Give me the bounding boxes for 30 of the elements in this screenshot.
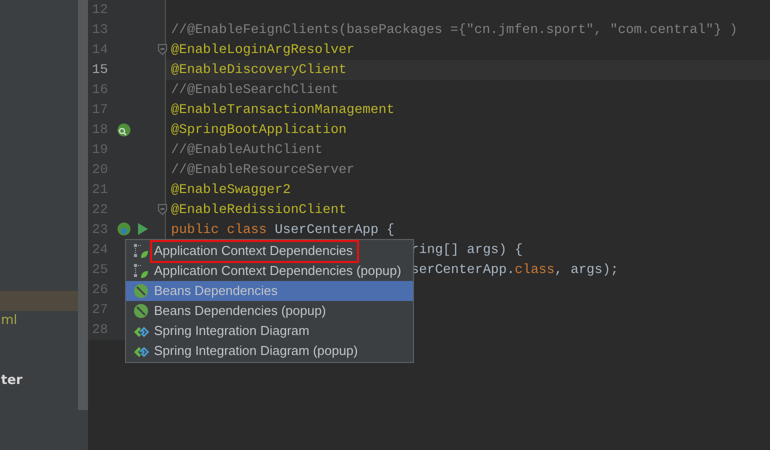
menu-item[interactable]: Spring Integration Diagram	[126, 321, 413, 341]
menu-item[interactable]: Application Context Dependencies (popup)	[126, 261, 413, 281]
spring-bean-icon[interactable]	[117, 222, 131, 236]
menu-item[interactable]: Application Context Dependencies	[126, 241, 413, 261]
code-line: @EnableLoginArgResolver	[171, 42, 355, 57]
spring-bean-search-icon[interactable]	[117, 123, 131, 137]
tree-item[interactable]: ml	[1, 313, 18, 328]
tree-item[interactable]: ter	[1, 373, 22, 388]
run-icon[interactable]	[138, 223, 148, 235]
code-line: serCenterApp.class, args);	[411, 262, 618, 277]
code-line: @EnableTransactionManagement	[171, 102, 394, 117]
scrollbar-thumb[interactable]	[78, 0, 88, 410]
spring-bean-icon	[133, 283, 149, 299]
spring-bean-icon	[133, 303, 149, 319]
dependency-diagram-icon	[133, 243, 149, 259]
menu-item[interactable]: Beans Dependencies (popup)	[126, 301, 413, 321]
fold-marker-icon[interactable]	[158, 204, 167, 215]
code-line: //@EnableSearchClient	[171, 82, 339, 97]
line-number: 15	[91, 61, 108, 79]
code-line: @EnableDiscoveryClient	[171, 62, 347, 77]
code-line: @EnableSwagger2	[171, 182, 291, 197]
code-line: //@EnableResourceServer	[171, 162, 355, 177]
code-line: @SpringBootApplication	[171, 122, 347, 137]
fold-marker-icon[interactable]	[158, 44, 167, 55]
menu-item[interactable]: Spring Integration Diagram (popup)	[126, 341, 413, 361]
code-line: //@EnableFeignClients(basePackages ={"cn.jmfen.sport", "com.central"} )	[171, 22, 738, 37]
code-line: @EnableRedissionClient	[171, 202, 347, 217]
dependency-diagram-icon	[133, 263, 149, 279]
code-line: public class UserCenterApp {	[171, 222, 394, 237]
code-line: //@EnableAuthClient	[171, 142, 323, 157]
